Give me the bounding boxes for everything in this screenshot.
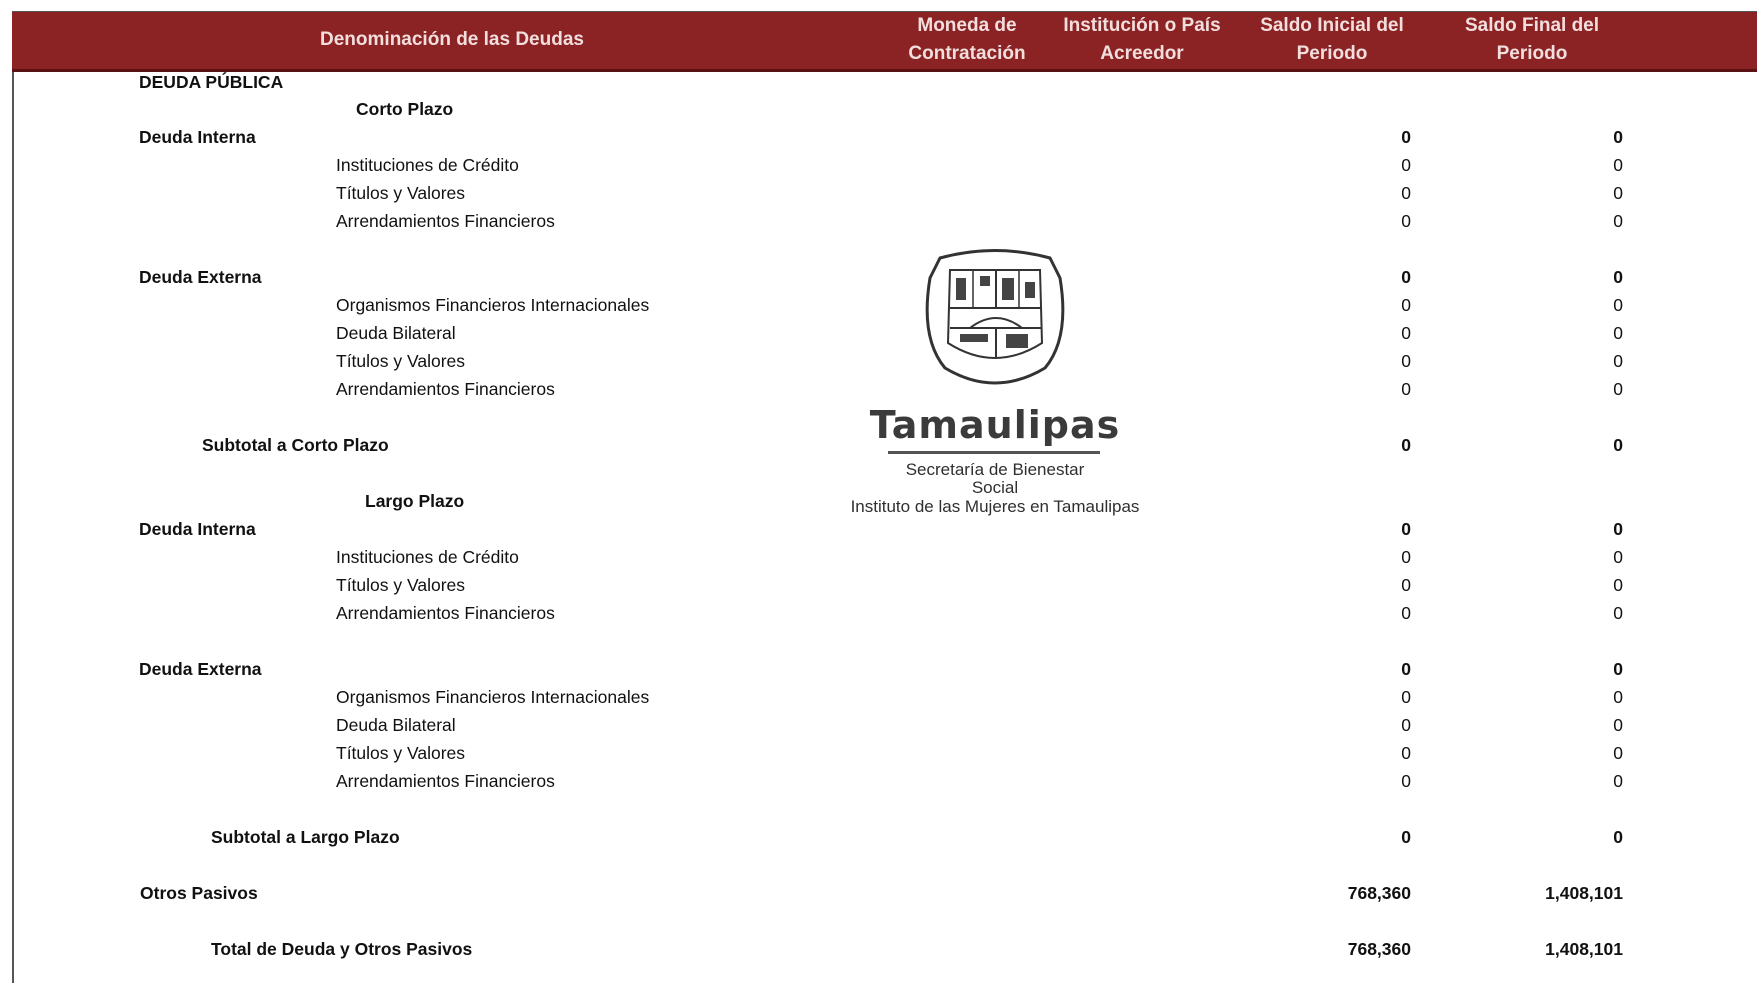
saldo-inicial-value: 0 — [1401, 519, 1411, 539]
tamaulipas-stamp: Tamaulipas Secretaría de Bienestar Socia… — [820, 248, 1170, 523]
saldo-inicial-value: 0 — [1401, 575, 1411, 595]
saldo-inicial-value: 0 — [1401, 603, 1411, 623]
row-label: Instituciones de Crédito — [336, 155, 519, 175]
row-label: Deuda Interna — [139, 127, 256, 147]
saldo-inicial-value: 0 — [1401, 715, 1411, 735]
saldo-inicial-value: 768,360 — [1347, 883, 1411, 903]
coat-of-arms-icon — [925, 249, 1065, 385]
header-saldo-inicial: Saldo Inicial del Periodo — [1260, 15, 1404, 64]
table-row: Organismos Financieros Internacionales 0 0 — [0, 684, 1757, 710]
table-row: Instituciones de Crédito 0 0 — [0, 544, 1757, 570]
saldo-inicial-value: 0 — [1401, 547, 1411, 567]
row-label: Instituciones de Crédito — [336, 547, 519, 567]
saldo-final-value: 1,408,101 — [1545, 939, 1623, 959]
row-label: Subtotal a Largo Plazo — [211, 827, 400, 847]
saldo-inicial-value: 0 — [1401, 827, 1411, 847]
saldo-inicial-value: 0 — [1401, 183, 1411, 203]
stamp-line-1: Secretaría de Bienestar — [905, 460, 1085, 479]
row-label: Deuda Externa — [139, 267, 262, 287]
saldo-inicial-value: 0 — [1401, 435, 1411, 455]
saldo-final-value: 0 — [1613, 435, 1623, 455]
stamp-line-2: Social — [971, 478, 1019, 497]
saldo-final-value: 0 — [1613, 379, 1623, 399]
saldo-inicial-value: 0 — [1401, 351, 1411, 371]
row-label: Arrendamientos Financieros — [336, 603, 555, 623]
saldo-inicial-value: 0 — [1401, 295, 1411, 315]
row-label: Títulos y Valores — [336, 743, 466, 763]
saldo-inicial-value: 0 — [1401, 211, 1411, 231]
saldo-inicial-value: 0 — [1401, 155, 1411, 175]
saldo-inicial-value: 0 — [1401, 267, 1411, 287]
row-label: Arrendamientos Financieros — [336, 771, 555, 791]
saldo-inicial-value: 0 — [1401, 743, 1411, 763]
table-row: Deuda Externa 0 0 — [0, 656, 1757, 682]
saldo-final-value: 0 — [1613, 295, 1623, 315]
saldo-final-value: 0 — [1613, 155, 1623, 175]
saldo-final-value: 0 — [1613, 659, 1623, 679]
table-row: Total de Deuda y Otros Pasivos 768,360 1,4… — [0, 936, 1757, 962]
header-denominacion: Denominación de las Deudas — [320, 29, 584, 50]
saldo-inicial-value: 0 — [1401, 687, 1411, 707]
row-label: Subtotal a Corto Plazo — [202, 435, 389, 455]
row-label: Títulos y Valores — [336, 575, 466, 595]
row-label: Títulos y Valores — [336, 351, 466, 371]
row-label: Arrendamientos Financieros — [336, 211, 555, 231]
header-institucion: Institución o País Acreedor — [1063, 15, 1221, 64]
table-row: Arrendamientos Financieros 0 0 — [0, 208, 1757, 234]
row-label: Corto Plazo — [356, 99, 454, 119]
table-row: Títulos y Valores 0 0 — [0, 572, 1757, 598]
stamp-divider — [888, 451, 1100, 454]
header-saldo-final: Saldo Final del Periodo — [1464, 15, 1600, 64]
row-label: Otros Pasivos — [140, 883, 258, 903]
saldo-final-value: 0 — [1613, 603, 1623, 623]
saldo-final-value: 0 — [1613, 771, 1623, 791]
stamp-line-3: Instituto de las Mujeres en Tamaulipas — [850, 497, 1140, 516]
table-row: Deuda Bilateral 0 0 — [0, 712, 1757, 738]
table-row: Títulos y Valores 0 0 — [0, 740, 1757, 766]
table-row: Títulos y Valores 0 0 — [0, 180, 1757, 206]
table-row: Arrendamientos Financieros 0 0 — [0, 768, 1757, 794]
table-row: Otros Pasivos 768,360 1,408,101 — [0, 880, 1757, 906]
saldo-inicial-value: 0 — [1401, 771, 1411, 791]
saldo-inicial-value: 0 — [1401, 659, 1411, 679]
row-label: Deuda Bilateral — [336, 323, 456, 343]
saldo-final-value: 0 — [1613, 127, 1623, 147]
saldo-final-value: 0 — [1613, 547, 1623, 567]
row-label: Deuda Interna — [139, 519, 256, 539]
table-header: Denominación de las Deudas Moneda de Con… — [12, 12, 1757, 72]
saldo-final-value: 0 — [1613, 323, 1623, 343]
row-label: Total de Deuda y Otros Pasivos — [211, 939, 473, 959]
saldo-inicial-value: 768,360 — [1347, 939, 1411, 959]
row-label: Largo Plazo — [365, 491, 465, 511]
saldo-final-value: 1,408,101 — [1545, 883, 1623, 903]
row-label: Organismos Financieros Internacionales — [336, 295, 650, 315]
row-label: DEUDA PÚBLICA — [139, 72, 284, 92]
saldo-final-value: 0 — [1613, 575, 1623, 595]
saldo-final-value: 0 — [1613, 211, 1623, 231]
saldo-final-value: 0 — [1613, 351, 1623, 371]
stamp-title: Tamaulipas — [869, 403, 1121, 447]
saldo-final-value: 0 — [1613, 519, 1623, 539]
table-row: DEUDA PÚBLICA — [0, 69, 1757, 95]
saldo-final-value: 0 — [1613, 183, 1623, 203]
row-label: Organismos Financieros Internacionales — [336, 687, 650, 707]
row-label: Arrendamientos Financieros — [336, 379, 555, 399]
saldo-final-value: 0 — [1613, 267, 1623, 287]
saldo-inicial-value: 0 — [1401, 323, 1411, 343]
table-row: Instituciones de Crédito 0 0 — [0, 152, 1757, 178]
header-moneda: Moneda de Contratación — [908, 15, 1026, 64]
row-label: Deuda Externa — [139, 659, 262, 679]
saldo-final-value: 0 — [1613, 687, 1623, 707]
saldo-inicial-value: 0 — [1401, 127, 1411, 147]
row-label: Deuda Bilateral — [336, 715, 456, 735]
saldo-final-value: 0 — [1613, 715, 1623, 735]
saldo-final-value: 0 — [1613, 827, 1623, 847]
table-row: Corto Plazo — [0, 96, 1757, 122]
table-row: Arrendamientos Financieros 0 0 — [0, 600, 1757, 626]
table-row: Subtotal a Largo Plazo 0 0 — [0, 824, 1757, 850]
saldo-inicial-value: 0 — [1401, 379, 1411, 399]
table-row: Deuda Interna 0 0 — [0, 124, 1757, 150]
row-label: Títulos y Valores — [336, 183, 466, 203]
saldo-final-value: 0 — [1613, 743, 1623, 763]
